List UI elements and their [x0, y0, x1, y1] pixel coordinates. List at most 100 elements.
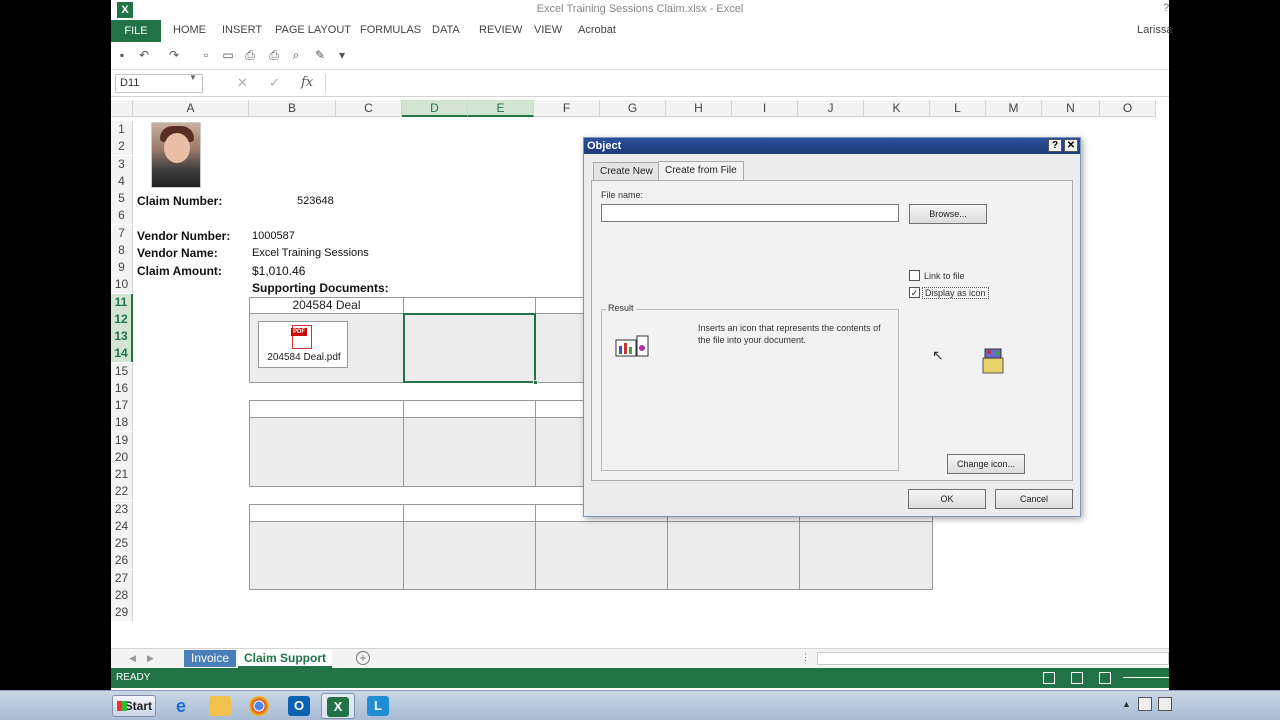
change-icon-button[interactable]: Change icon...: [947, 454, 1025, 474]
display-as-icon-checkbox[interactable]: ✓: [909, 287, 920, 298]
doc2-header-cell[interactable]: [249, 400, 404, 418]
column-header-f[interactable]: F: [534, 100, 600, 117]
row-header-12[interactable]: 12: [111, 310, 133, 328]
column-header-b[interactable]: B: [249, 100, 336, 117]
row-header-29[interactable]: 29: [111, 604, 133, 621]
vendor-photo[interactable]: [151, 122, 201, 188]
fill-handle[interactable]: [533, 380, 538, 385]
row-header-3[interactable]: 3: [111, 155, 133, 173]
enter-formula-icon[interactable]: ✓: [269, 75, 280, 91]
embedded-pdf-object[interactable]: PDF 204584 Deal.pdf: [258, 321, 348, 368]
row-header-28[interactable]: 28: [111, 586, 133, 604]
row-header-24[interactable]: 24: [111, 517, 133, 535]
column-header-i[interactable]: I: [732, 100, 798, 117]
file-explorer-icon[interactable]: [203, 693, 237, 719]
column-header-n[interactable]: N: [1042, 100, 1100, 117]
page-layout-view-icon[interactable]: [1071, 672, 1083, 684]
sheet-tab-claim-support[interactable]: Claim Support: [238, 649, 332, 668]
row-header-13[interactable]: 13: [111, 328, 133, 345]
browse-button[interactable]: Browse...: [909, 204, 987, 224]
print-icon[interactable]: ⎙: [243, 48, 257, 62]
selected-range[interactable]: [403, 313, 536, 383]
link-to-file-checkbox[interactable]: [909, 270, 920, 281]
claim-number-value[interactable]: 523648: [297, 195, 334, 207]
row-header-6[interactable]: 6: [111, 207, 133, 225]
row-header-20[interactable]: 20: [111, 448, 133, 466]
row-header-15[interactable]: 15: [111, 362, 133, 380]
select-all-corner[interactable]: [111, 100, 133, 117]
new-file-icon[interactable]: ▫: [199, 48, 213, 62]
column-header-l[interactable]: L: [930, 100, 986, 117]
row-header-18[interactable]: 18: [111, 414, 133, 432]
normal-view-icon[interactable]: [1043, 672, 1055, 684]
customize-qat-icon[interactable]: ▾: [335, 48, 349, 62]
row-header-19[interactable]: 19: [111, 431, 133, 449]
vendor-number-value[interactable]: 1000587: [252, 230, 295, 242]
column-header-h[interactable]: H: [666, 100, 732, 117]
excel-taskbar-icon[interactable]: X: [321, 693, 355, 719]
row-header-8[interactable]: 8: [111, 241, 133, 259]
tab-formulas[interactable]: FORMULAS: [360, 24, 421, 36]
claim-amount-value[interactable]: $1,010.46: [252, 264, 305, 278]
print-preview-icon[interactable]: ⌕: [289, 48, 303, 62]
internet-explorer-icon[interactable]: e: [164, 693, 198, 719]
tab-acrobat[interactable]: Acrobat: [578, 24, 616, 36]
tab-create-from-file[interactable]: Create from File: [658, 161, 744, 181]
page-break-view-icon[interactable]: [1099, 672, 1111, 684]
tab-create-new[interactable]: Create New: [593, 162, 660, 181]
column-header-c[interactable]: C: [336, 100, 402, 117]
doc3-body-cell-5[interactable]: [799, 521, 933, 590]
doc2-body-cell[interactable]: [249, 417, 404, 487]
horizontal-scrollbar[interactable]: [817, 652, 1169, 665]
sheet-tab-invoice[interactable]: Invoice: [184, 650, 236, 667]
doc3-body-cell-3[interactable]: [535, 521, 668, 590]
row-header-10[interactable]: 10: [111, 276, 133, 294]
column-header-j[interactable]: J: [798, 100, 864, 117]
tab-insert[interactable]: INSERT: [222, 24, 262, 36]
column-header-g[interactable]: G: [600, 100, 666, 117]
start-button[interactable]: Start: [112, 695, 156, 717]
row-header-9[interactable]: 9: [111, 259, 133, 276]
dialog-close-button[interactable]: ✕: [1064, 139, 1078, 152]
next-sheet-icon[interactable]: ▶: [147, 653, 154, 664]
row-header-26[interactable]: 26: [111, 552, 133, 570]
quick-print-icon[interactable]: ⎙: [267, 48, 281, 62]
row-header-16[interactable]: 16: [111, 379, 133, 397]
open-folder-icon[interactable]: ▭: [221, 48, 235, 62]
doc3-header-cell-2[interactable]: [403, 504, 536, 522]
undo-icon[interactable]: ↶: [137, 48, 151, 62]
row-header-7[interactable]: 7: [111, 224, 133, 242]
column-header-a[interactable]: A: [133, 100, 249, 117]
column-header-k[interactable]: K: [864, 100, 930, 117]
zoom-slider[interactable]: [1123, 677, 1169, 678]
row-header-25[interactable]: 25: [111, 535, 133, 552]
doc3-header-cell[interactable]: [249, 504, 404, 522]
cancel-button[interactable]: Cancel: [995, 489, 1073, 509]
row-header-2[interactable]: 2: [111, 138, 133, 156]
name-box-dropdown-icon[interactable]: ▼: [189, 73, 197, 82]
column-header-m[interactable]: M: [986, 100, 1042, 117]
outlook-icon[interactable]: O: [282, 693, 316, 719]
vendor-name-value[interactable]: Excel Training Sessions: [252, 247, 369, 259]
formula-input[interactable]: [325, 74, 1169, 93]
user-name[interactable]: Larissa: [1137, 24, 1172, 36]
row-header-27[interactable]: 27: [111, 569, 133, 587]
tab-page-layout[interactable]: PAGE LAYOUT: [275, 24, 351, 36]
tray-network-icon[interactable]: [1138, 697, 1152, 711]
prev-sheet-icon[interactable]: ◀: [129, 653, 136, 664]
row-header-23[interactable]: 23: [111, 500, 133, 518]
tab-home[interactable]: HOME: [173, 24, 206, 36]
tab-review[interactable]: REVIEW: [479, 24, 522, 36]
cancel-formula-icon[interactable]: ✕: [237, 75, 248, 91]
tab-view[interactable]: VIEW: [534, 24, 562, 36]
row-header-11[interactable]: 11: [111, 293, 133, 311]
tab-data[interactable]: DATA: [432, 24, 460, 36]
row-header-17[interactable]: 17: [111, 397, 133, 414]
row-header-22[interactable]: 22: [111, 483, 133, 501]
link-to-file-label[interactable]: Link to file: [924, 271, 965, 281]
dialog-help-button[interactable]: ?: [1048, 139, 1062, 152]
doc2-body-cell-2[interactable]: [403, 417, 536, 487]
tab-file[interactable]: FILE: [111, 20, 161, 42]
ok-button[interactable]: OK: [908, 489, 986, 509]
display-as-icon-label[interactable]: Display as icon: [922, 287, 989, 299]
